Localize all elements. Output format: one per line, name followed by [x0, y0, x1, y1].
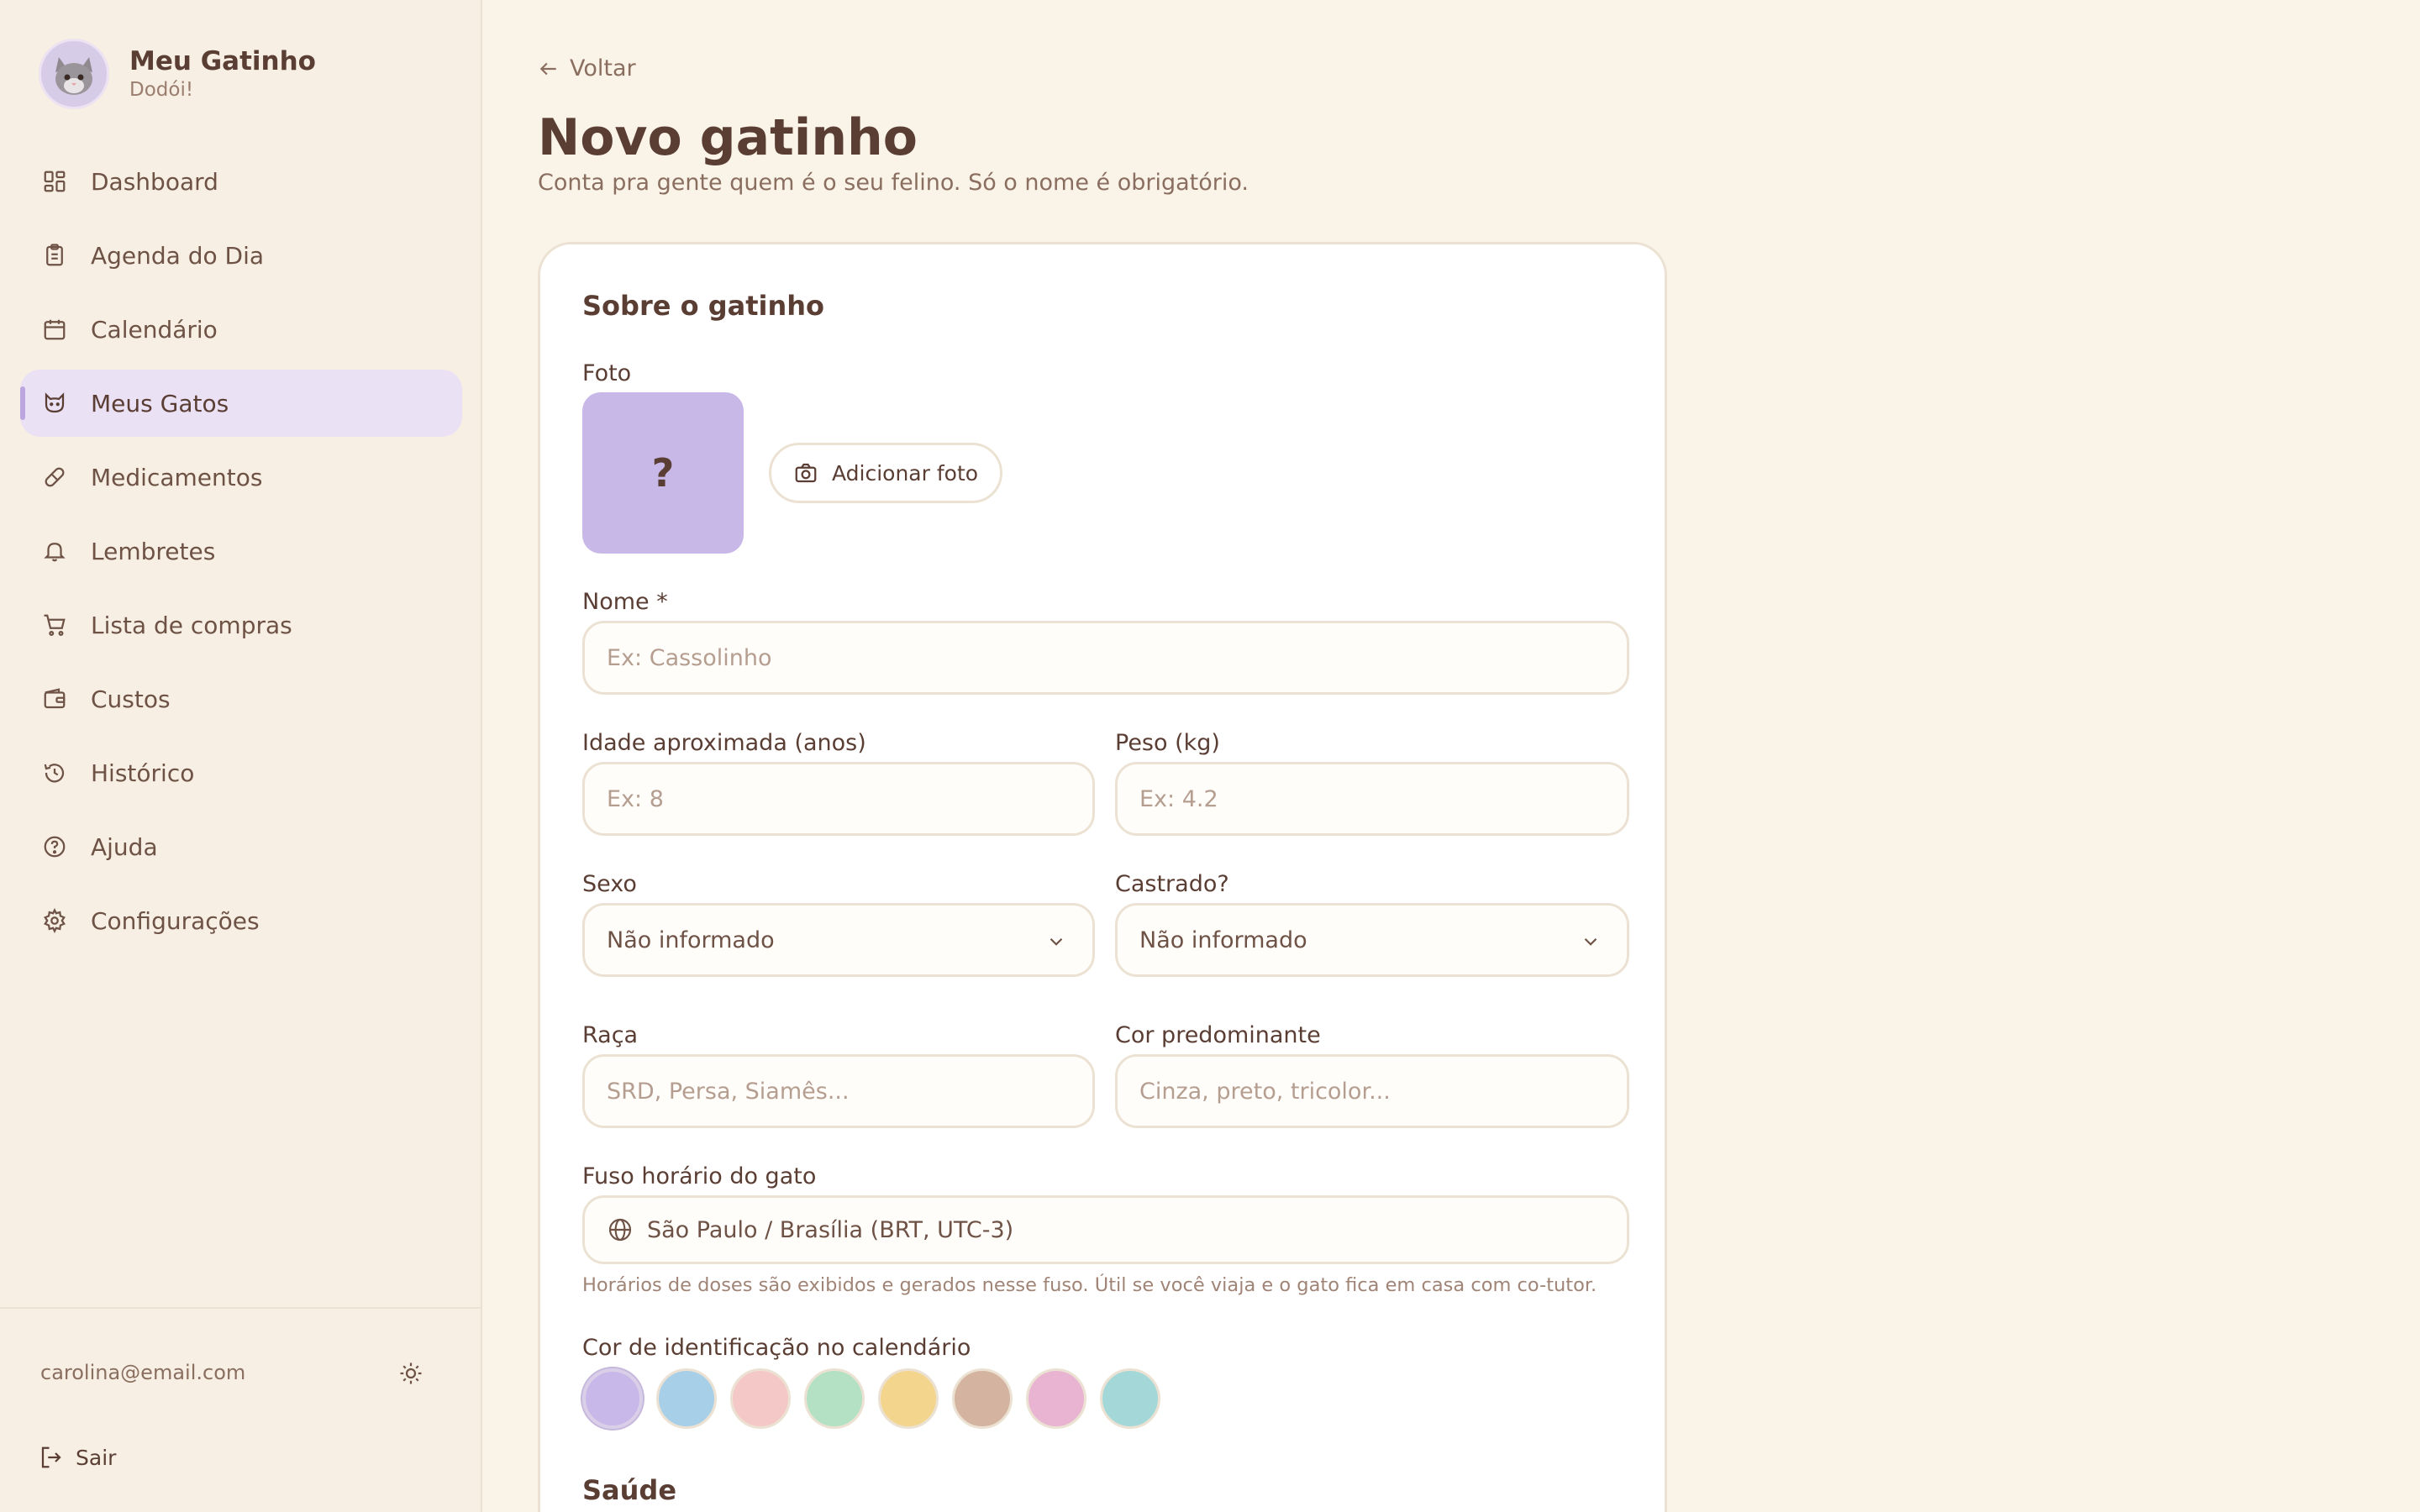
sidebar-item-meus-gatos[interactable]: Meus Gatos [20, 370, 462, 437]
chevron-down-icon [1045, 931, 1067, 953]
logout-icon [39, 1445, 64, 1470]
theme-toggle-sun-icon[interactable] [395, 1357, 427, 1389]
logout-button[interactable]: Sair [39, 1445, 116, 1470]
sidebar-item-label: Configurações [91, 906, 260, 935]
sidebar-item-label: Meus Gatos [91, 389, 229, 417]
sidebar-item-lista-de-compras[interactable]: Lista de compras [20, 591, 462, 659]
add-photo-button[interactable]: Adicionar foto [769, 443, 1003, 503]
sidebar-item-label: Histórico [91, 759, 195, 787]
color-swatch[interactable] [804, 1368, 865, 1429]
sex-label: Sexo [582, 871, 637, 897]
section-title-about: Sobre o gatinho [582, 290, 824, 322]
sidebar-item-label: Agenda do Dia [91, 241, 265, 270]
timezone-value: São Paulo / Brasília (BRT, UTC-3) [647, 1216, 1014, 1243]
cart-icon [40, 611, 69, 639]
weight-label: Peso (kg) [1115, 730, 1220, 756]
sex-select[interactable]: Não informado [582, 903, 1095, 977]
app-subtitle: Dodói! [129, 79, 194, 101]
dashboard-icon [40, 167, 69, 196]
wallet-icon [40, 685, 69, 713]
sidebar-item-label: Calendário [91, 315, 218, 344]
history-icon [40, 759, 69, 787]
sidebar-item-configuracoes[interactable]: Configurações [20, 887, 462, 954]
breed-input[interactable]: SRD, Persa, Siamês... [582, 1054, 1095, 1128]
color-swatch[interactable] [582, 1368, 643, 1429]
sidebar-item-calendario[interactable]: Calendário [20, 296, 462, 363]
sidebar-item-agenda[interactable]: Agenda do Dia [20, 222, 462, 289]
neutered-label: Castrado? [1115, 871, 1229, 897]
name-input[interactable]: Ex: Cassolinho [582, 621, 1629, 695]
breed-label: Raça [582, 1022, 639, 1048]
cat-avatar-icon [39, 39, 109, 109]
sidebar-item-label: Custos [91, 685, 171, 713]
color-label: Cor predominante [1115, 1022, 1321, 1048]
neutered-select-value: Não informado [1139, 927, 1307, 953]
section-title-health: Saúde [582, 1474, 677, 1506]
sidebar-item-label: Ajuda [91, 832, 158, 861]
color-swatch[interactable] [952, 1368, 1013, 1429]
sidebar-item-historico[interactable]: Histórico [20, 739, 462, 806]
name-label: Nome * [582, 589, 668, 615]
color-input[interactable]: Cinza, preto, tricolor... [1115, 1054, 1629, 1128]
sidebar-footer: carolina@email.com Sair [0, 1307, 481, 1512]
page-title: Novo gatinho [538, 108, 918, 167]
sidebar-item-dashboard[interactable]: Dashboard [20, 148, 462, 215]
bell-icon [40, 537, 69, 565]
photo-placeholder[interactable]: ? [582, 392, 744, 554]
sidebar-item-lembretes[interactable]: Lembretes [20, 517, 462, 585]
page-subtitle: Conta pra gente quem é o seu felino. Só … [538, 170, 1249, 196]
calendar-color-label: Cor de identificação no calendário [582, 1335, 971, 1361]
chevron-down-icon [1580, 931, 1602, 953]
age-label: Idade aproximada (anos) [582, 730, 866, 756]
camera-icon [793, 460, 818, 486]
pill-icon [40, 463, 69, 491]
sidebar-item-label: Lista de compras [91, 611, 292, 639]
timezone-label: Fuso horário do gato [582, 1163, 817, 1189]
timezone-select[interactable]: São Paulo / Brasília (BRT, UTC-3) [582, 1195, 1629, 1264]
app-name: Meu Gatinho [129, 46, 316, 76]
calendar-icon [40, 315, 69, 344]
cat-icon [40, 389, 69, 417]
arrow-left-icon [538, 58, 560, 80]
neutered-select[interactable]: Não informado [1115, 903, 1629, 977]
calendar-color-swatches [582, 1368, 1174, 1429]
globe-icon [607, 1216, 634, 1243]
sidebar-item-label: Dashboard [91, 167, 218, 196]
help-icon [40, 832, 69, 861]
color-swatch[interactable] [1100, 1368, 1160, 1429]
photo-label: Foto [582, 360, 632, 386]
clipboard-icon [40, 241, 69, 270]
weight-input[interactable]: Ex: 4.2 [1115, 762, 1629, 836]
sidebar-item-medicamentos[interactable]: Medicamentos [20, 444, 462, 511]
logout-label: Sair [76, 1445, 117, 1470]
age-input[interactable]: Ex: 8 [582, 762, 1095, 836]
sex-select-value: Não informado [607, 927, 775, 953]
timezone-hint: Horários de doses são exibidos e gerados… [582, 1274, 1597, 1296]
add-photo-label: Adicionar foto [832, 460, 979, 486]
user-email: carolina@email.com [40, 1361, 246, 1384]
sidebar-item-label: Medicamentos [91, 463, 263, 491]
sidebar-item-custos[interactable]: Custos [20, 665, 462, 732]
gear-icon [40, 906, 69, 935]
sidebar: Meu Gatinho Dodói! Dashboard Agenda do D… [0, 0, 482, 1512]
color-swatch[interactable] [656, 1368, 717, 1429]
sidebar-item-ajuda[interactable]: Ajuda [20, 813, 462, 880]
color-swatch[interactable] [730, 1368, 791, 1429]
color-swatch[interactable] [878, 1368, 939, 1429]
sidebar-item-label: Lembretes [91, 537, 216, 565]
back-link[interactable]: Voltar [538, 55, 636, 81]
brand[interactable]: Meu Gatinho Dodói! [39, 39, 316, 109]
back-label: Voltar [570, 55, 636, 81]
color-swatch[interactable] [1026, 1368, 1086, 1429]
sidebar-nav: Dashboard Agenda do Dia Calendário Meus … [20, 148, 462, 961]
cat-form-card: Sobre o gatinho Foto ? Adicionar foto No… [538, 242, 1667, 1512]
